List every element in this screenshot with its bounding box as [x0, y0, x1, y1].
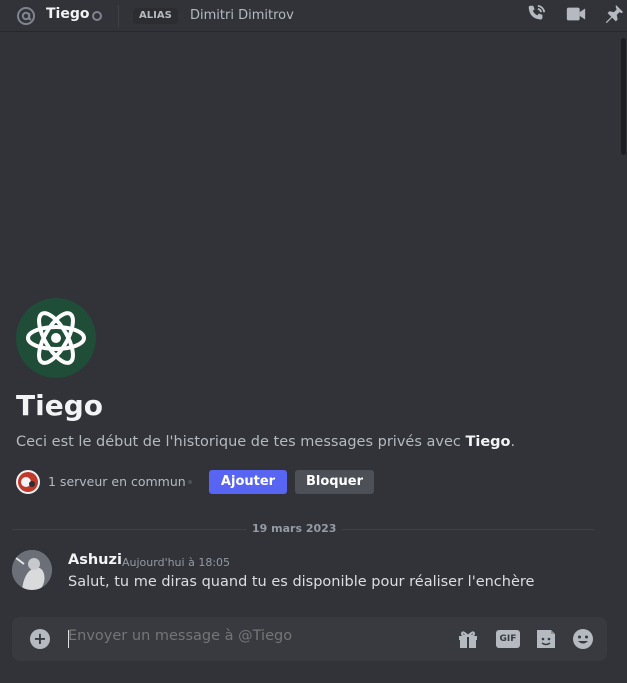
at-icon: [17, 7, 35, 25]
plus-icon: +: [33, 629, 47, 648]
intro-description: Ceci est le début de l'historique de tes…: [16, 434, 515, 450]
sticker-icon[interactable]: [534, 627, 558, 651]
add-friend-button[interactable]: Ajouter: [209, 470, 287, 494]
intro-desc-username: Tiego: [465, 434, 511, 450]
mutual-servers-label: 1 serveur en commun: [48, 474, 186, 489]
server-icon: [16, 470, 40, 494]
call-icon[interactable]: [525, 3, 547, 25]
separator-dot: [188, 480, 192, 484]
add-attachment-button[interactable]: +: [30, 629, 50, 649]
alias-value: Dimitri Dimitrov: [190, 8, 294, 23]
message-content: Salut, tu me diras quand tu es disponibl…: [68, 574, 535, 590]
intro-desc-end: .: [510, 434, 516, 450]
scrollbar[interactable]: [621, 38, 626, 155]
video-icon[interactable]: [565, 3, 587, 25]
intro-desc-text: Ceci est le début de l'historique de tes…: [16, 434, 466, 450]
block-button[interactable]: Bloquer: [295, 470, 374, 494]
atom-icon: [26, 311, 86, 365]
intro-username: Tiego: [16, 389, 103, 422]
header-divider: [118, 5, 119, 27]
header-username[interactable]: Tiego: [46, 6, 89, 22]
date-divider-label: 19 mars 2023: [246, 522, 343, 535]
avatar-image: [12, 550, 52, 590]
message-input[interactable]: [68, 628, 408, 644]
gif-button[interactable]: GIF: [496, 630, 520, 648]
channel-header: Tiego ALIAS Dimitri Dimitrov: [0, 0, 627, 32]
message-timestamp: Aujourd'hui à 18:05: [122, 556, 231, 569]
message-composer: + GIF: [12, 617, 607, 661]
status-offline-icon: [92, 11, 102, 21]
gift-icon[interactable]: [456, 627, 480, 651]
emoji-icon[interactable]: [571, 627, 595, 651]
user-avatar[interactable]: [16, 298, 96, 378]
pin-icon[interactable]: [603, 3, 625, 25]
message-avatar[interactable]: [12, 550, 52, 590]
alias-badge: ALIAS: [133, 8, 178, 24]
message-author[interactable]: Ashuzi: [68, 552, 122, 568]
